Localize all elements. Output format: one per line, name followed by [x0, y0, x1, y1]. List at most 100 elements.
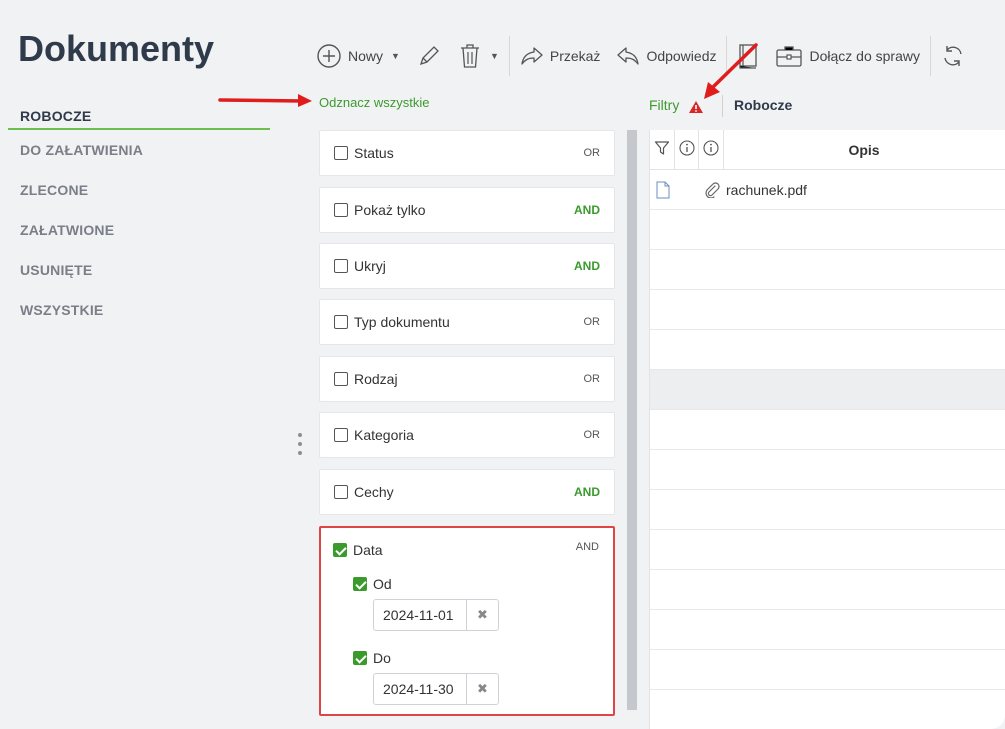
- info-icon: [678, 139, 695, 161]
- filter-checkbox[interactable]: [334, 146, 348, 160]
- plus-circle-icon: [316, 43, 342, 69]
- table-row[interactable]: [650, 210, 1005, 250]
- filter-ukryj[interactable]: Ukryj AND: [319, 243, 615, 289]
- filter-operator[interactable]: OR: [584, 373, 601, 385]
- table-row[interactable]: [650, 330, 1005, 370]
- filter-operator[interactable]: AND: [574, 485, 600, 499]
- chevron-down-icon[interactable]: ▼: [490, 51, 499, 61]
- date-to-row[interactable]: Do: [353, 650, 391, 666]
- filter-operator[interactable]: OR: [584, 316, 601, 328]
- sidebar-item-usuniete[interactable]: USUNIĘTE: [8, 250, 270, 290]
- date-to-field: ✖: [373, 673, 499, 705]
- forward-button-label: Przekaż: [549, 48, 601, 64]
- filter-label: Typ dokumentu: [354, 314, 450, 330]
- filter-operator[interactable]: OR: [584, 429, 601, 441]
- table-row[interactable]: [650, 690, 1005, 729]
- filters-scrollbar[interactable]: [627, 130, 637, 710]
- document-name: rachunek.pdf: [726, 182, 807, 198]
- divider: [722, 95, 723, 117]
- filter-label: Ukryj: [354, 258, 386, 274]
- filter-checkbox[interactable]: [334, 372, 348, 386]
- clear-date-to-icon[interactable]: ✖: [466, 674, 498, 704]
- delete-button[interactable]: ▼: [450, 34, 507, 78]
- table-row[interactable]: [650, 370, 1005, 410]
- date-from-checkbox[interactable]: [353, 577, 367, 591]
- filter-operator[interactable]: AND: [574, 259, 600, 273]
- filter-data-header[interactable]: Data: [333, 542, 383, 558]
- edit-button[interactable]: [408, 34, 450, 78]
- filter-checkbox-checked[interactable]: [333, 543, 347, 557]
- sidebar-item-zalatwione[interactable]: ZAŁATWIONE: [8, 210, 270, 250]
- table-row[interactable]: [650, 450, 1005, 490]
- table-row[interactable]: [650, 650, 1005, 690]
- filter-label: Pokaż tylko: [354, 202, 426, 218]
- briefcase-icon: [775, 43, 803, 69]
- date-from-label: Od: [373, 576, 392, 592]
- info-column-header[interactable]: [675, 130, 699, 170]
- refresh-icon: [941, 44, 965, 68]
- sidebar-item-zlecone[interactable]: ZLECONE: [8, 170, 270, 210]
- table-row[interactable]: [650, 490, 1005, 530]
- sidebar-item-do-zalatwienia[interactable]: DO ZAŁATWIENIA: [8, 130, 270, 170]
- date-from-row[interactable]: Od: [353, 576, 392, 592]
- clear-date-from-icon[interactable]: ✖: [466, 600, 498, 630]
- filter-checkbox[interactable]: [334, 259, 348, 273]
- select-all-link[interactable]: Odznacz wszystkie: [319, 95, 430, 110]
- date-from-field: ✖: [373, 599, 499, 631]
- date-to-input[interactable]: [374, 674, 466, 704]
- table-row[interactable]: [650, 530, 1005, 570]
- table-row[interactable]: [650, 290, 1005, 330]
- attach-case-button[interactable]: Dołącz do sprawy: [767, 34, 928, 78]
- filter-typ-dokumentu[interactable]: Typ dokumentu OR: [319, 299, 615, 345]
- table-row[interactable]: [650, 250, 1005, 290]
- filter-label: Status: [354, 145, 394, 161]
- filter-kategoria[interactable]: Kategoria OR: [319, 412, 615, 458]
- filter-checkbox[interactable]: [334, 315, 348, 329]
- new-button[interactable]: Nowy ▼: [308, 34, 408, 78]
- filter-checkbox[interactable]: [334, 428, 348, 442]
- table-row[interactable]: [650, 610, 1005, 650]
- filter-rodzaj[interactable]: Rodzaj OR: [319, 356, 615, 402]
- annotation-arrow-filtry: [704, 43, 758, 99]
- filter-operator[interactable]: AND: [574, 203, 600, 217]
- filters-toggle[interactable]: Filtry: [649, 97, 679, 113]
- refresh-button[interactable]: [933, 34, 973, 78]
- date-to-checkbox[interactable]: [353, 651, 367, 665]
- filter-operator[interactable]: OR: [584, 147, 601, 159]
- date-from-input[interactable]: [374, 600, 466, 630]
- filter-checkbox[interactable]: [334, 203, 348, 217]
- table-row[interactable]: [650, 570, 1005, 610]
- sidebar-item-wszystkie[interactable]: WSZYSTKIE: [8, 290, 270, 330]
- filter-label: Rodzaj: [354, 371, 398, 387]
- funnel-icon: [654, 140, 670, 161]
- filter-operator[interactable]: AND: [576, 541, 599, 553]
- trash-icon: [458, 42, 482, 70]
- info-column-header[interactable]: [699, 130, 724, 170]
- filter-label: Kategoria: [354, 427, 414, 443]
- filter-label: Data: [353, 542, 383, 558]
- date-to-label: Do: [373, 650, 391, 666]
- filter-cechy[interactable]: Cechy AND: [319, 469, 615, 515]
- table-row[interactable]: rachunek.pdf: [650, 170, 1005, 210]
- chevron-down-icon[interactable]: ▼: [391, 51, 400, 61]
- table-row[interactable]: [650, 410, 1005, 450]
- toolbar: Nowy ▼ ▼ Przekaż Odpowiedz Dołącz do spr…: [308, 34, 973, 78]
- toolbar-divider: [929, 36, 931, 76]
- forward-arrow-icon: [520, 45, 544, 67]
- folder-title: Robocze: [734, 97, 793, 113]
- filter-status[interactable]: Status OR: [319, 130, 615, 176]
- filter-pokaz-tylko[interactable]: Pokaż tylko AND: [319, 187, 615, 233]
- pencil-icon: [416, 43, 442, 69]
- filter-column-header[interactable]: [650, 130, 675, 170]
- filter-label: Cechy: [354, 484, 394, 500]
- info-icon: [703, 139, 719, 161]
- paperclip-icon: [704, 182, 720, 203]
- forward-button[interactable]: Przekaż: [512, 34, 609, 78]
- filter-checkbox[interactable]: [334, 485, 348, 499]
- grid-header: Opis: [650, 130, 1005, 170]
- description-column-header[interactable]: Opis: [724, 130, 1004, 170]
- reply-arrow-icon: [616, 45, 640, 67]
- panel-resize-handle[interactable]: [296, 433, 304, 455]
- filter-data: Data AND Od ✖ Do ✖: [319, 526, 615, 716]
- attach-case-label: Dołącz do sprawy: [809, 48, 920, 64]
